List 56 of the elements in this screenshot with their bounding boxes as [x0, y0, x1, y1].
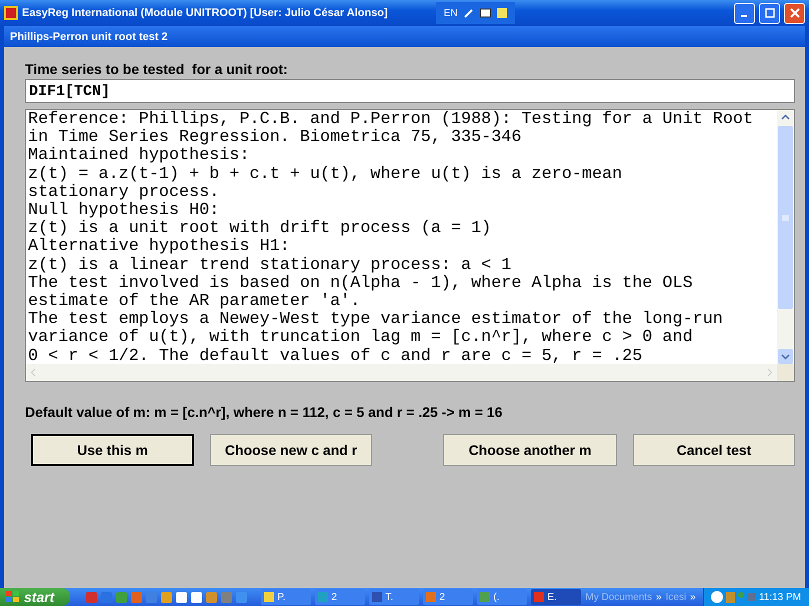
taskbar-button[interactable]: E. — [531, 589, 582, 605]
app-icon — [4, 6, 18, 20]
description-line: stationary process. — [28, 184, 220, 202]
taskbar-button[interactable]: P. — [261, 589, 312, 605]
description-line: Reference: Phillips, P.C.B. and P.Perron (1988): Testing for a Unit Root — [28, 111, 754, 129]
keyboard-icon[interactable] — [480, 8, 491, 18]
language-indicator[interactable]: EN — [444, 8, 458, 18]
close-button[interactable] — [784, 2, 805, 24]
taskbar-button[interactable]: (. — [477, 589, 528, 605]
series-label: Time series to be tested for a unit root: — [25, 61, 289, 77]
series-field[interactable]: DIF1[TCN] — [25, 79, 795, 103]
toolbar-label[interactable]: My Documents — [585, 592, 652, 602]
help-icon[interactable] — [496, 8, 507, 18]
description-line: The test employs a Newey-West type variance estimator of the long-run — [28, 311, 724, 330]
window-title: EasyReg International (Module UNITROOT) [User: Julio César Alonso] — [22, 7, 388, 19]
description-line: Alternative hypothesis H1: — [28, 238, 291, 256]
description-line: variance of u(t), with truncation lag m = [c.n^r], where c > 0 and — [28, 329, 694, 348]
dialog-button[interactable]: Choose another m — [443, 434, 617, 466]
description-line: z(t) is a unit root with drift process (a = 1) — [28, 220, 492, 238]
description-line: Maintained hypothesis: — [28, 147, 251, 166]
taskbar-button[interactable]: 2 — [315, 589, 366, 605]
dialog-button[interactable]: Use this m — [31, 434, 194, 466]
grip-icon — [782, 214, 789, 220]
windows-flag-icon — [6, 591, 20, 603]
vertical-scrollbar[interactable] — [777, 110, 794, 364]
horizontal-scrollbar[interactable] — [26, 364, 777, 381]
chevron[interactable]: » — [656, 592, 662, 602]
maximize-button[interactable] — [759, 2, 780, 24]
description-line: The test involved is based on n(Alpha - 1), where Alpha is the OLS — [28, 274, 694, 293]
minimize-button[interactable] — [734, 2, 755, 24]
scrollbar-corner — [777, 364, 794, 381]
description-line: z(t) = a.z(t-1) + b + c.t + u(t), where u(t) is a zero-mean — [28, 166, 624, 184]
dialog-title: Phillips-Perron unit root test 2 — [10, 30, 168, 42]
quick-launch-icon[interactable] — [191, 592, 202, 602]
description-line: Null hypothesis H0: — [28, 202, 220, 220]
maximize-icon — [764, 8, 774, 18]
quick-launch-icon[interactable] — [161, 592, 172, 602]
close-icon — [790, 8, 800, 18]
description-line: 0 < r < 1/2. The default values of c and r are c = 5, r = .25 — [28, 348, 644, 364]
taskbar-button[interactable]: 2 — [423, 589, 474, 605]
scrollbar-thumb[interactable] — [778, 126, 793, 309]
dialog-button[interactable]: Cancel test — [632, 434, 795, 466]
quick-launch-icon[interactable] — [176, 592, 188, 602]
start-button[interactable]: start — [0, 588, 70, 606]
description-line: z(t) is a linear trend stationary process: a < 1 — [28, 256, 512, 275]
clock: 11:13 PM — [758, 592, 801, 602]
pen-icon[interactable] — [464, 8, 474, 18]
default-value-text: Default value of m: m = [c.n^r], where n = 112, c = 5 and r = .25 -> m = 16 — [25, 404, 504, 420]
tray-icons-drawing[interactable] — [710, 590, 756, 604]
dialog-button[interactable]: Choose new c and r — [210, 434, 372, 466]
scroll-down-icon[interactable] — [778, 349, 793, 364]
description-line: estimate of the AR parameter 'a'. — [28, 293, 362, 312]
chevron[interactable]: » — [690, 592, 696, 602]
toolbar-label[interactable]: Icesi — [666, 592, 686, 602]
taskbar-button[interactable]: T. — [369, 589, 420, 605]
description-line: in Time Series Regression. Biometrica 75, 335-346 — [28, 129, 522, 148]
